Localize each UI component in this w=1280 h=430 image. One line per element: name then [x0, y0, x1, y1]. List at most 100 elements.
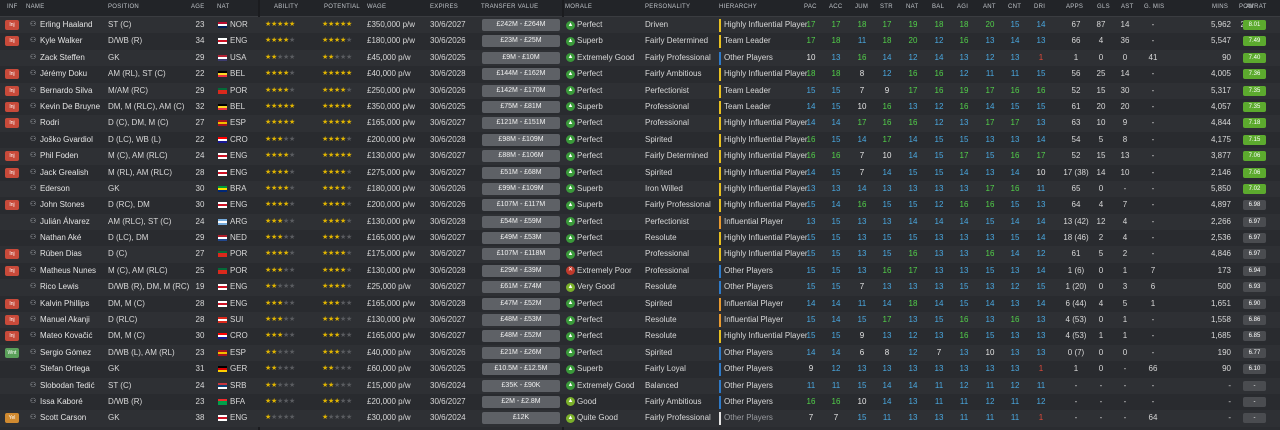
injury-badge[interactable]: Inj: [5, 118, 19, 129]
col-bal[interactable]: BAL: [932, 4, 944, 10]
player-name[interactable]: Nathan Aké: [40, 230, 102, 246]
col-transfer-value[interactable]: TRANSFER VALUE: [481, 4, 538, 10]
table-row[interactable]: Inj ⚇ Mateo Kovačić DM, M (C) 30 CRO ★★★★★ ★★★★…: [0, 328, 1280, 345]
col-age[interactable]: AGE: [191, 4, 205, 10]
col-avrat[interactable]: AVRAT: [1246, 4, 1267, 10]
table-row[interactable]: Inj ⚇ John Stones D (RC), DM 30 ENG ★★★★★ ★★★★★…: [0, 197, 1280, 214]
table-row[interactable]: ⚇ Zack Steffen GK 29 USA ★★★★★ ★★★★★ £45,000 p/…: [0, 49, 1280, 67]
col-hierarchy[interactable]: HIERARCHY: [719, 4, 757, 10]
table-row[interactable]: ⚇ Nathan Aké D (LC), DM 29 NED ★★★★★ ★★★★★ £165…: [0, 230, 1280, 247]
player-name[interactable]: Jérémy Doku: [40, 66, 102, 82]
col-inf[interactable]: INF: [7, 4, 18, 10]
table-row[interactable]: ⚇ Ederson GK 30 BRA ★★★★★ ★★★★★ £180,000 p/w 30/…: [0, 180, 1280, 198]
player-name[interactable]: John Stones: [40, 197, 102, 213]
player-name[interactable]: Erling Haaland: [40, 17, 102, 33]
col-position[interactable]: POSITION: [108, 4, 139, 10]
injury-badge[interactable]: Inj: [5, 167, 19, 178]
table-row[interactable]: ⚇ Stefan Ortega GK 31 GER ★★★★★ ★★★★★ £60,000 p…: [0, 361, 1280, 378]
player-name[interactable]: Rúben Dias: [40, 246, 102, 262]
col-ant[interactable]: ANT: [983, 4, 996, 10]
injury-badge[interactable]: [5, 217, 19, 227]
injury-badge[interactable]: Inj: [5, 85, 19, 96]
player-name[interactable]: Phil Foden: [40, 148, 102, 164]
player-name[interactable]: Stefan Ortega: [40, 361, 102, 377]
injury-badge[interactable]: Inj: [5, 36, 19, 47]
col-name[interactable]: NAME: [26, 4, 45, 10]
injury-badge[interactable]: Inj: [5, 331, 19, 342]
injury-badge[interactable]: Inj: [5, 151, 19, 162]
player-name[interactable]: Joško Gvardiol: [40, 132, 102, 148]
table-row[interactable]: Inj ⚇ Matheus Nunes M (C), AM (RLC) 25 POR ★★★…: [0, 262, 1280, 280]
table-row[interactable]: Inj ⚇ Erling Haaland ST (C) 23 NOR ★★★★★ ★★★★★ £…: [0, 17, 1280, 34]
col-dri[interactable]: DRI: [1034, 4, 1045, 10]
injury-badge[interactable]: Inj: [5, 298, 19, 309]
player-name[interactable]: Sergio Gómez: [40, 345, 102, 361]
table-row[interactable]: Inj ⚇ Kevin De Bruyne DM, M (RLC), AM (C) 32…: [0, 98, 1280, 116]
table-row[interactable]: Inj ⚇ Kalvin Phillips DM, M (C) 28 ENG ★★★★★ ★★…: [0, 295, 1280, 313]
col-pac[interactable]: PAC: [804, 4, 817, 10]
injury-badge[interactable]: Inj: [5, 101, 19, 112]
col-potential[interactable]: POTENTIAL: [324, 4, 360, 10]
player-name[interactable]: Mateo Kovačić: [40, 328, 102, 344]
table-row[interactable]: ⚇ Joško Gvardiol D (LC), WB (L) 22 CRO ★★★★★ ★…: [0, 131, 1280, 149]
injury-badge[interactable]: [5, 282, 19, 292]
table-row[interactable]: Yel ⚇ Scott Carson GK 38 ENG ★★★★★ ★★★★★ £30,000…: [0, 410, 1280, 427]
player-name[interactable]: Rodri: [40, 115, 102, 131]
col-mins[interactable]: MINS: [1212, 4, 1228, 10]
col-personality[interactable]: PERSONALITY: [645, 4, 690, 10]
player-name[interactable]: Issa Kaboré: [40, 394, 102, 410]
injury-badge[interactable]: Inj: [5, 200, 19, 211]
injury-badge[interactable]: Inj: [5, 265, 19, 276]
col-nat-fitness[interactable]: NAT: [906, 4, 918, 10]
injury-badge[interactable]: [5, 397, 19, 407]
player-name[interactable]: Julián Álvarez: [40, 214, 102, 230]
table-row[interactable]: Inj ⚇ Jack Grealish M (RL), AM (RLC) 28 ENG ★★…: [0, 164, 1280, 181]
col-expires[interactable]: EXPIRES: [430, 4, 458, 10]
table-row[interactable]: Inj ⚇ Rúben Dias D (C) 27 POR ★★★★★ ★★★★★ £175,0…: [0, 246, 1280, 263]
injury-badge[interactable]: [5, 381, 19, 391]
player-name[interactable]: Zack Steffen: [40, 50, 102, 66]
player-name[interactable]: Bernardo Silva: [40, 83, 102, 99]
table-row[interactable]: Inj ⚇ Jérémy Doku AM (RL), ST (C) 22 BEL ★★★★★…: [0, 66, 1280, 83]
table-row[interactable]: ⚇ Slobodan Tedić ST (C) 24 SRB ★★★★★ ★★★★★ £15,…: [0, 377, 1280, 394]
table-row[interactable]: ⚇ Rico Lewis D/WB (R), DM, M (RC) 19 ENG ★★★★…: [0, 279, 1280, 296]
injury-badge[interactable]: Inj: [5, 315, 19, 326]
table-row[interactable]: Inj ⚇ Kyle Walker D/WB (R) 34 ENG ★★★★★ ★★★★★ £1…: [0, 33, 1280, 50]
col-gls[interactable]: GLS: [1097, 4, 1110, 10]
injury-badge[interactable]: Inj: [5, 249, 19, 260]
col-morale[interactable]: MORALE: [565, 4, 592, 10]
col-str[interactable]: STR: [880, 4, 893, 10]
table-row[interactable]: Inj ⚇ Rodri D (C), DM, M (C) 27 ESP ★★★★★ ★★★★★…: [0, 115, 1280, 132]
table-row[interactable]: ⚇ Issa Kaboré D/WB (R) 23 BFA ★★★★★ ★★★★★ £20,0…: [0, 393, 1280, 411]
col-agi[interactable]: AGI: [957, 4, 968, 10]
injury-badge[interactable]: [5, 184, 19, 194]
table-row[interactable]: ⚇ Julián Álvarez AM (RLC), ST (C) 24 ARG ★★★★…: [0, 213, 1280, 231]
player-name[interactable]: Matheus Nunes: [40, 263, 102, 279]
table-row[interactable]: Wnt ⚇ Sergio Gómez D/WB (L), AM (RL) 23 ESP ★★…: [0, 344, 1280, 362]
col-nat[interactable]: NAT: [217, 4, 229, 10]
player-name[interactable]: Ederson: [40, 181, 102, 197]
injury-badge[interactable]: Inj: [5, 20, 19, 30]
injury-badge[interactable]: [5, 53, 19, 63]
injury-badge[interactable]: [5, 233, 19, 243]
player-name[interactable]: Slobodan Tedić: [40, 378, 102, 394]
table-row[interactable]: Inj ⚇ Manuel Akanji D (RLC) 28 SUI ★★★★★ ★★★★★ £…: [0, 312, 1280, 329]
player-name[interactable]: Kevin De Bruyne: [40, 99, 102, 115]
col-wage[interactable]: WAGE: [367, 4, 386, 10]
col-jum[interactable]: JUM: [855, 4, 868, 10]
table-row[interactable]: Inj ⚇ Phil Foden M (C), AM (RLC) 24 ENG ★★★★★ ★…: [0, 148, 1280, 165]
injury-badge[interactable]: [5, 135, 19, 145]
col-apps[interactable]: APPS: [1066, 4, 1083, 10]
injury-badge[interactable]: Wnt: [5, 347, 19, 358]
player-name[interactable]: Manuel Akanji: [40, 312, 102, 328]
col-ability[interactable]: ABILITY: [274, 4, 298, 10]
col-acc[interactable]: ACC: [829, 4, 843, 10]
player-name[interactable]: Kalvin Phillips: [40, 296, 102, 312]
injury-badge[interactable]: Yel: [5, 413, 19, 424]
player-name[interactable]: Jack Grealish: [40, 165, 102, 181]
col-cnt[interactable]: CNT: [1008, 4, 1021, 10]
col-ast[interactable]: AST: [1121, 4, 1134, 10]
table-row[interactable]: Inj ⚇ Bernardo Silva M/AM (RC) 29 POR ★★★★★ ★★★…: [0, 82, 1280, 99]
player-name[interactable]: Kyle Walker: [40, 33, 102, 49]
player-name[interactable]: Scott Carson: [40, 410, 102, 426]
